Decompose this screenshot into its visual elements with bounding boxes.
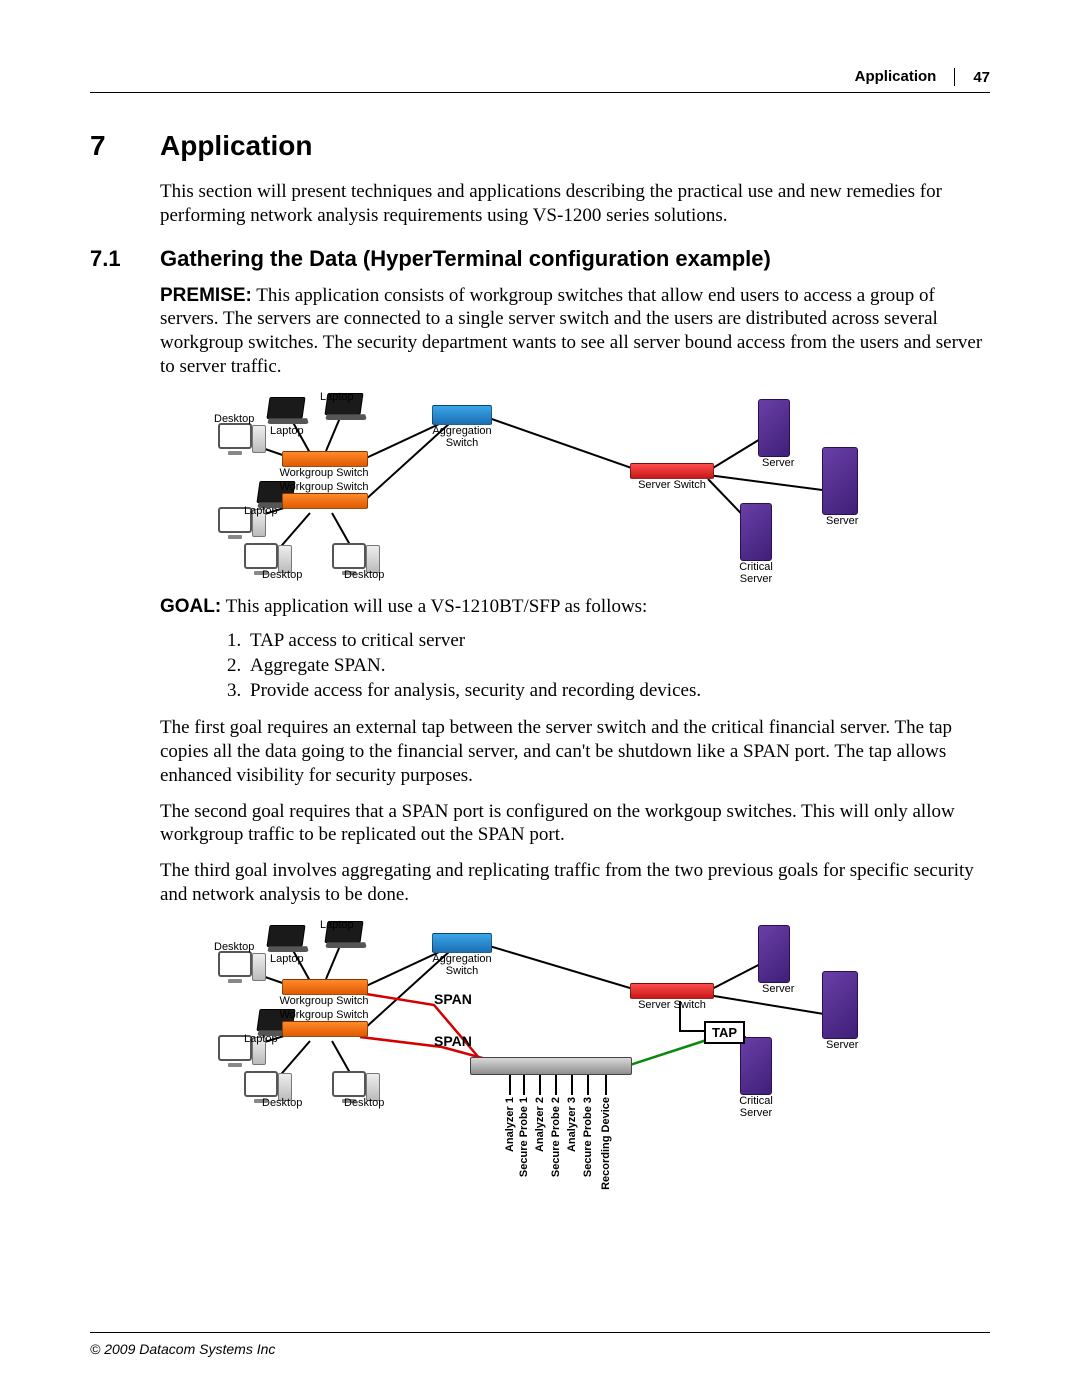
label-port-recording-device: Recording Device: [600, 1097, 612, 1190]
label-port-analyzer-1: Analyzer 1: [504, 1097, 516, 1152]
list-item: Aggregate SPAN.: [246, 655, 990, 677]
label-laptop: Laptop: [244, 505, 278, 517]
premise-text: This application consists of workgroup s…: [160, 285, 982, 377]
label-span: SPAN: [434, 1033, 472, 1049]
label-laptop: Laptop: [320, 919, 354, 931]
goal3-paragraph: The third goal involves aggregating and …: [160, 859, 990, 907]
label-port-secure-probe-2: Secure Probe 2: [550, 1097, 562, 1177]
goal2-paragraph: The second goal requires that a SPAN por…: [160, 800, 990, 848]
premise-paragraph: PREMISE: This application consists of wo…: [160, 284, 990, 379]
label-tap: TAP: [704, 1021, 745, 1044]
workgroup-switch-icon: [282, 979, 368, 995]
server-icon: [758, 399, 790, 457]
chapter-heading: 7 Application: [90, 130, 990, 162]
laptop-icon: [268, 925, 308, 953]
server-icon: [822, 971, 858, 1039]
label-port-analyzer-2: Analyzer 2: [534, 1097, 546, 1152]
server-switch-icon: [630, 463, 714, 479]
footer-copyright: © 2009 Datacom Systems Inc: [90, 1341, 275, 1357]
aggregation-switch-icon: [432, 933, 492, 953]
server-icon: [740, 503, 772, 561]
label-aggregation-switch: Aggregation Switch: [432, 425, 491, 449]
label-laptop: Laptop: [270, 953, 304, 965]
analyzer-appliance-icon: [470, 1057, 632, 1075]
label-server-switch: Server Switch: [638, 999, 706, 1011]
label-server: Server: [826, 515, 858, 527]
goal-label: GOAL:: [160, 596, 221, 617]
chapter-intro: This section will present techniques and…: [160, 180, 990, 228]
label-desktop: Desktop: [344, 569, 384, 581]
label-critical-server: Critical Server: [739, 1095, 773, 1119]
laptop-icon: [268, 397, 308, 425]
goal-list: TAP access to critical server Aggregate …: [160, 630, 990, 702]
chapter-title: Application: [160, 130, 312, 162]
premise-label: PREMISE:: [160, 285, 252, 306]
label-server: Server: [762, 457, 794, 469]
label-workgroup-switch: Workgroup Switch: [279, 995, 368, 1007]
desktop-icon: [218, 951, 252, 983]
workgroup-switch-icon: [282, 1021, 368, 1037]
label-workgroup-switch: Workgroup Switch: [279, 1009, 368, 1021]
label-workgroup-switch: Workgroup Switch: [279, 481, 368, 493]
workgroup-switch-icon: [282, 493, 368, 509]
server-switch-icon: [630, 983, 714, 999]
label-desktop: Desktop: [262, 1097, 302, 1109]
label-server-switch: Server Switch: [638, 479, 706, 491]
label-desktop: Desktop: [214, 941, 254, 953]
label-laptop: Laptop: [244, 1033, 278, 1045]
label-span: SPAN: [434, 991, 472, 1007]
header-section-label: Application: [855, 68, 956, 86]
label-desktop: Desktop: [214, 413, 254, 425]
label-laptop: Laptop: [320, 391, 354, 403]
server-icon: [740, 1037, 772, 1095]
chapter-number: 7: [90, 130, 160, 162]
section-title: Gathering the Data (HyperTerminal config…: [160, 246, 771, 272]
page: Application 47 7 Application This sectio…: [0, 0, 1080, 1397]
label-port-analyzer-3: Analyzer 3: [566, 1097, 578, 1152]
aggregation-switch-icon: [432, 405, 492, 425]
label-desktop: Desktop: [262, 569, 302, 581]
desktop-icon: [218, 423, 252, 455]
label-laptop: Laptop: [270, 425, 304, 437]
goal-paragraph: GOAL: This application will use a VS-121…: [160, 595, 990, 619]
diagram-topology-with-tap: Desktop Laptop Laptop Laptop Desktop Des…: [210, 919, 870, 1179]
label-critical-server: Critical Server: [739, 561, 773, 585]
list-item: TAP access to critical server: [246, 630, 990, 652]
header-page-number: 47: [955, 69, 990, 86]
content: 7 Application This section will present …: [90, 130, 990, 1179]
label-server: Server: [762, 983, 794, 995]
label-aggregation-switch: Aggregation Switch: [432, 953, 491, 977]
label-port-secure-probe-3: Secure Probe 3: [582, 1097, 594, 1177]
label-desktop: Desktop: [344, 1097, 384, 1109]
label-server: Server: [826, 1039, 858, 1051]
goal1-paragraph: The first goal requires an external tap …: [160, 716, 990, 787]
section-body: PREMISE: This application consists of wo…: [160, 284, 990, 1179]
page-header: Application 47: [855, 68, 990, 86]
label-workgroup-switch: Workgroup Switch: [279, 467, 368, 479]
label-port-secure-probe-1: Secure Probe 1: [518, 1097, 530, 1177]
header-rule: [90, 92, 990, 93]
diagram-topology-baseline: Desktop Laptop Laptop Laptop Desktop Des…: [210, 391, 870, 581]
goal-text: This application will use a VS-1210BT/SF…: [226, 596, 648, 617]
workgroup-switch-icon: [282, 451, 368, 467]
server-icon: [758, 925, 790, 983]
section-7-1-heading: 7.1 Gathering the Data (HyperTerminal co…: [90, 246, 990, 272]
server-icon: [822, 447, 858, 515]
footer-rule: [90, 1332, 990, 1333]
section-number: 7.1: [90, 246, 160, 272]
list-item: Provide access for analysis, security an…: [246, 680, 990, 702]
